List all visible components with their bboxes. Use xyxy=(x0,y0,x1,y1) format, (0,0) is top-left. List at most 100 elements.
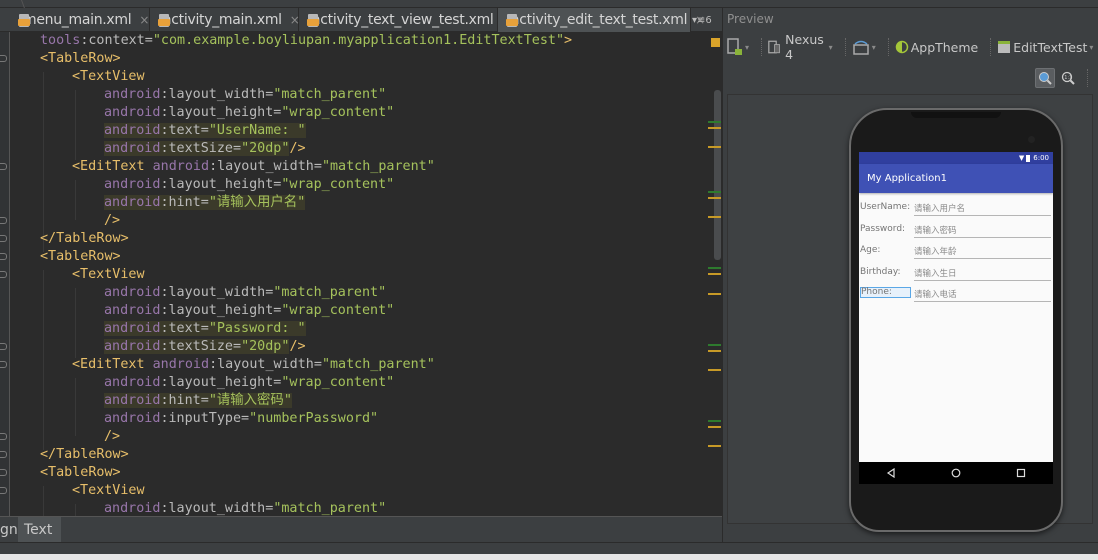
breadcrumb-item[interactable] xyxy=(0,0,25,8)
field-label[interactable]: UserName: xyxy=(860,202,910,212)
theme-selector[interactable]: AppTheme xyxy=(895,40,978,55)
code-token: "请输入用户名" xyxy=(208,195,306,210)
indent-guide xyxy=(75,90,76,160)
fold-marker[interactable] xyxy=(0,361,7,368)
code-line[interactable]: android:layout_width="match_parent" xyxy=(104,86,386,104)
code-token: android xyxy=(152,357,210,372)
code-line[interactable]: <EditText android:layout_width="match_pa… xyxy=(72,356,435,374)
tab-activity-main[interactable]: activity_main.xml × xyxy=(150,8,300,32)
zoom-to-fit-button[interactable] xyxy=(1035,68,1055,88)
phone-speaker xyxy=(911,112,1001,118)
code-line[interactable]: <EditText android:layout_width="match_pa… xyxy=(72,158,435,176)
edit-text-field[interactable]: 请输入电话 xyxy=(914,288,957,300)
fold-marker[interactable] xyxy=(0,235,7,242)
code-line[interactable]: android:layout_width="match_parent" xyxy=(104,500,386,516)
code-line[interactable]: <TableRow> xyxy=(40,248,121,266)
code-line[interactable]: <TextView xyxy=(72,266,145,284)
device-selector[interactable]: Nexus 4 ▾ xyxy=(768,32,833,62)
code-line[interactable]: android:textSize="20dp"/> xyxy=(104,338,306,356)
code-line[interactable]: android:textSize="20dp"/> xyxy=(104,140,306,158)
device-frame-button[interactable]: ▾ xyxy=(727,38,749,56)
fold-marker[interactable] xyxy=(0,217,7,224)
code-line[interactable]: android:layout_height="wrap_content" xyxy=(104,176,394,194)
indent-guide xyxy=(43,72,44,252)
indent-guide xyxy=(43,270,44,450)
device-screen: ▼ 6:00 My Application1 UserName: 请输入用户名 Pa… xyxy=(859,152,1053,468)
fold-marker[interactable] xyxy=(0,163,7,170)
breadcrumb-strip xyxy=(0,0,1098,8)
code-line[interactable]: <TextView xyxy=(72,68,145,86)
device-screen-icon xyxy=(727,38,742,55)
error-stripe[interactable] xyxy=(708,32,722,516)
tab-activity-edit-text-test[interactable]: activity_edit_text_test.xml × xyxy=(498,8,705,32)
field-label[interactable]: Password: xyxy=(860,224,905,234)
status-time: 6:00 xyxy=(1033,154,1049,162)
code-line[interactable]: /> xyxy=(104,428,120,446)
code-line[interactable]: android:layout_height="wrap_content" xyxy=(104,302,394,320)
form-row: Birthday: 请输入生日 xyxy=(859,262,1053,284)
code-token: /> xyxy=(289,141,306,156)
zoom-actual-size-button[interactable]: 1:1 xyxy=(1058,68,1078,88)
code-line[interactable]: android:hint="请输入密码" xyxy=(104,392,292,410)
fold-marker[interactable] xyxy=(0,451,7,458)
edit-text-underline xyxy=(914,215,1051,216)
activity-selector[interactable]: EditTextTest ▾ xyxy=(997,40,1093,55)
code-line[interactable]: tools:context="com.example.boyliupan.mya… xyxy=(40,32,572,50)
code-line[interactable]: <TableRow> xyxy=(40,464,121,482)
zoom-out-button[interactable] xyxy=(1094,68,1098,88)
battery-icon xyxy=(1026,154,1031,162)
code-token: :context= xyxy=(80,33,153,48)
field-label[interactable]: Birthday: xyxy=(860,267,901,277)
fold-marker[interactable] xyxy=(0,343,7,350)
code-editor[interactable]: tools:context="com.example.boyliupan.mya… xyxy=(0,32,722,516)
code-line[interactable]: android:layout_height="wrap_content" xyxy=(104,104,394,122)
code-token: "20dp" xyxy=(241,141,290,156)
field-label[interactable]: Age: xyxy=(860,245,880,255)
android-studio-window: menu_main.xml × activity_main.xml × acti… xyxy=(0,0,1098,560)
fold-marker[interactable] xyxy=(0,469,7,476)
fold-marker[interactable] xyxy=(0,253,7,260)
fold-marker[interactable] xyxy=(0,487,7,494)
code-token: android xyxy=(104,285,161,300)
code-line[interactable]: android:layout_height="wrap_content" xyxy=(104,374,394,392)
edit-text-field[interactable]: 请输入生日 xyxy=(914,267,957,279)
code-token: <EditText xyxy=(72,159,153,174)
app-title: My Application1 xyxy=(867,173,947,184)
code-token: "match_parent" xyxy=(273,87,387,102)
tab-menu-main[interactable]: menu_main.xml × xyxy=(10,8,150,32)
code-line[interactable]: android:layout_width="match_parent" xyxy=(104,284,386,302)
orientation-button[interactable]: ▾ xyxy=(852,39,876,55)
tab-label: Text xyxy=(24,521,53,538)
fold-marker[interactable] xyxy=(0,55,7,62)
code-line[interactable]: </TableRow> xyxy=(40,230,129,248)
tab-activity-text-view-test[interactable]: activity_text_view_test.xml × xyxy=(299,8,512,32)
code-line[interactable]: <TextView xyxy=(72,482,145,500)
field-label[interactable]: Phone: xyxy=(860,287,911,298)
edit-text-field[interactable]: 请输入用户名 xyxy=(914,202,965,214)
recents-icon[interactable] xyxy=(1016,468,1026,478)
back-icon[interactable] xyxy=(886,468,896,478)
code-token: android xyxy=(104,375,161,390)
code-line[interactable]: /> xyxy=(104,212,120,230)
code-line[interactable]: <TableRow> xyxy=(40,50,121,68)
tab-overflow-button[interactable]: ▾≡ 6 xyxy=(692,8,712,32)
code-token: "wrap_content" xyxy=(281,105,395,120)
edit-text-field[interactable]: 请输入密码 xyxy=(914,224,957,236)
edit-text-field[interactable]: 请输入年龄 xyxy=(914,245,957,257)
fold-marker[interactable] xyxy=(0,433,7,440)
tab-text[interactable]: Text xyxy=(18,517,61,542)
code-token: :textSize= xyxy=(160,141,242,156)
home-icon[interactable] xyxy=(951,468,961,478)
android-nav-bar xyxy=(859,462,1053,484)
code-token: "numberPassword" xyxy=(249,411,379,426)
code-line[interactable]: </TableRow> xyxy=(40,446,129,464)
code-line[interactable]: android:inputType="numberPassword" xyxy=(104,410,378,428)
tab-label: activity_main.xml xyxy=(163,12,282,28)
fold-marker[interactable] xyxy=(0,271,7,278)
code-token: /> xyxy=(104,429,121,444)
close-tab-icon[interactable]: × xyxy=(139,13,149,27)
code-token: :layout_width= xyxy=(160,501,274,516)
code-line[interactable]: android:hint="请输入用户名" xyxy=(104,194,306,212)
code-line[interactable]: android:text="Password: " xyxy=(104,320,306,338)
code-line[interactable]: android:text="UserName: " xyxy=(104,122,306,140)
